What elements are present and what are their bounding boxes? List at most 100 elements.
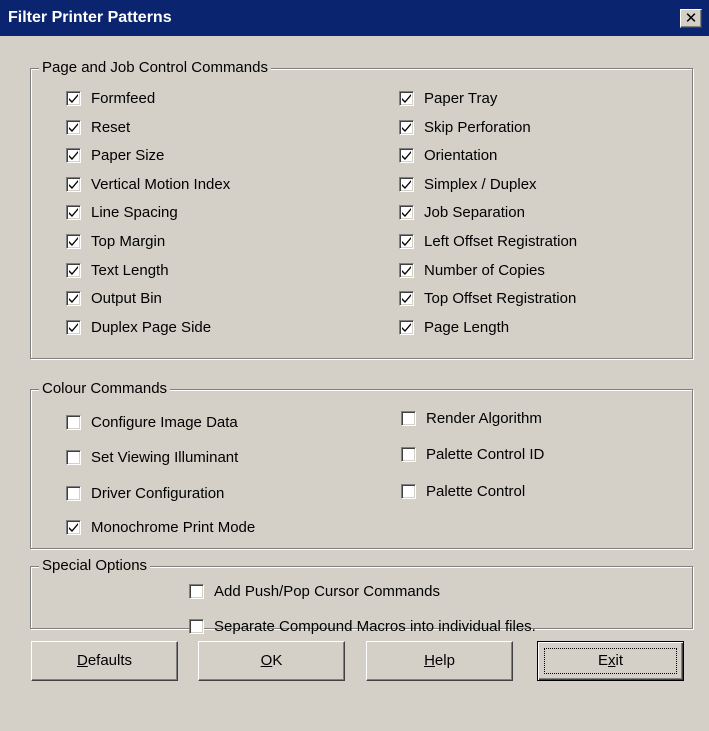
checkmark-icon (69, 151, 78, 161)
checkbox-separate-compound-macros-into-individual-files[interactable]: Separate Compound Macros into individual… (189, 618, 536, 635)
checkbox-label: Formfeed (91, 90, 156, 107)
checkbox-box[interactable] (401, 411, 416, 426)
special-options-label: Special Options (39, 557, 151, 575)
checkbox-box[interactable] (401, 484, 416, 499)
checkbox-job-separation[interactable]: Job Separation (399, 204, 525, 221)
checkbox-box[interactable] (399, 291, 414, 307)
help-mnemonic: H (424, 652, 435, 669)
checkbox-box[interactable] (66, 486, 81, 501)
checkmark-icon (402, 151, 411, 161)
checkbox-box[interactable] (189, 584, 204, 599)
checkbox-line-spacing[interactable]: Line Spacing (66, 204, 178, 221)
checkbox-box[interactable] (66, 205, 81, 221)
checkbox-box[interactable] (66, 119, 81, 135)
checkbox-monochrome-print-mode[interactable]: Monochrome Print Mode (66, 519, 255, 536)
checkbox-page-length[interactable]: Page Length (399, 319, 509, 336)
checkbox-palette-control-id[interactable]: Palette Control ID (401, 446, 544, 463)
checkbox-label: Render Algorithm (426, 410, 542, 427)
checkbox-skip-perforation[interactable]: Skip Perforation (399, 119, 531, 136)
checkmark-icon (69, 208, 78, 218)
checkbox-top-offset-registration[interactable]: Top Offset Registration (399, 290, 576, 307)
checkbox-box[interactable] (66, 415, 81, 430)
checkbox-label: Separate Compound Macros into individual… (214, 618, 536, 635)
exit-mnemonic: x (608, 652, 616, 669)
checkmark-icon (69, 523, 78, 532)
ok-button[interactable]: OK (198, 641, 345, 681)
checkmark-icon (69, 179, 78, 189)
checkbox-box[interactable] (399, 91, 414, 106)
checkbox-label: Paper Size (91, 147, 165, 165)
checkbox-driver-configuration[interactable]: Driver Configuration (66, 485, 224, 502)
checkbox-left-offset-registration[interactable]: Left Offset Registration (399, 233, 577, 250)
checkbox-formfeed[interactable]: Formfeed (66, 90, 155, 107)
ok-label: K (272, 652, 283, 669)
title-bar: Filter Printer Patterns ✕ (0, 0, 709, 36)
checkbox-box[interactable] (399, 176, 414, 192)
exit-button[interactable]: Exit (537, 641, 684, 681)
checkbox-box[interactable] (66, 176, 81, 192)
checkbox-label: Skip Perforation (424, 118, 531, 136)
checkbox-paper-tray[interactable]: Paper Tray (399, 90, 497, 107)
checkbox-render-algorithm[interactable]: Render Algorithm (401, 410, 542, 427)
checkbox-box[interactable] (66, 291, 81, 307)
checkbox-label: Line Spacing (91, 204, 178, 222)
checkbox-vertical-motion-index[interactable]: Vertical Motion Index (66, 176, 230, 193)
checkbox-box[interactable] (399, 234, 414, 249)
checkbox-set-viewing-illuminant[interactable]: Set Viewing Illuminant (66, 449, 238, 466)
colour-commands-label: Colour Commands (39, 380, 171, 398)
help-button[interactable]: Help (366, 641, 513, 681)
checkbox-duplex-page-side[interactable]: Duplex Page Side (66, 319, 211, 336)
checkbox-reset[interactable]: Reset (66, 119, 130, 136)
checkbox-label: Reset (91, 118, 131, 136)
checkbox-label: Top Margin (91, 233, 166, 250)
checkbox-label: Page Length (424, 318, 510, 336)
checkbox-label: Orientation (424, 147, 498, 165)
checkbox-box[interactable] (66, 319, 81, 335)
checkbox-paper-size[interactable]: Paper Size (66, 147, 164, 164)
close-button[interactable]: ✕ (680, 9, 702, 28)
checkbox-box[interactable] (399, 205, 414, 221)
checkmark-icon (69, 237, 78, 246)
checkbox-label: Configure Image Data (91, 414, 238, 431)
checkbox-orientation[interactable]: Orientation (399, 147, 497, 164)
defaults-label: efaults (87, 652, 133, 669)
checkmark-icon (69, 322, 78, 332)
checkbox-label: Left Offset Registration (424, 233, 578, 250)
checkbox-label: Duplex Page Side (91, 318, 212, 336)
checkmark-icon (69, 122, 78, 132)
checkbox-box[interactable] (66, 520, 81, 535)
checkmark-icon (402, 122, 411, 132)
checkbox-label: Add Push/Pop Cursor Commands (214, 583, 440, 600)
checkmark-icon (402, 208, 411, 218)
checkbox-number-of-copies[interactable]: Number of Copies (399, 262, 545, 279)
checkbox-box[interactable] (399, 319, 414, 335)
checkbox-box[interactable] (66, 450, 81, 465)
checkbox-label: Monochrome Print Mode (91, 519, 256, 536)
checkbox-configure-image-data[interactable]: Configure Image Data (66, 414, 238, 431)
checkbox-label: Paper Tray (424, 90, 498, 107)
checkbox-text-length[interactable]: Text Length (66, 262, 169, 279)
checkbox-box[interactable] (189, 619, 204, 634)
checkbox-label: Set Viewing Illuminant (91, 449, 239, 466)
checkbox-box[interactable] (66, 262, 81, 278)
checkbox-label: Driver Configuration (91, 485, 225, 502)
checkbox-output-bin[interactable]: Output Bin (66, 290, 162, 307)
checkbox-box[interactable] (399, 262, 414, 278)
checkmark-icon (69, 265, 78, 275)
close-icon: ✕ (684, 10, 698, 27)
checkbox-box[interactable] (401, 447, 416, 462)
checkbox-top-margin[interactable]: Top Margin (66, 233, 165, 250)
checkbox-palette-control[interactable]: Palette Control (401, 483, 525, 500)
checkbox-box[interactable] (66, 148, 81, 164)
checkbox-label: Text Length (91, 261, 169, 279)
checkbox-box[interactable] (66, 234, 81, 249)
checkmark-icon (69, 294, 78, 304)
checkbox-simplex-duplex[interactable]: Simplex / Duplex (399, 176, 537, 193)
checkmark-icon (402, 294, 411, 304)
checkbox-box[interactable] (66, 91, 81, 106)
checkbox-add-push-pop-cursor-commands[interactable]: Add Push/Pop Cursor Commands (189, 583, 440, 600)
help-label: elp (434, 652, 455, 669)
defaults-button[interactable]: Defaults (31, 641, 178, 681)
checkbox-box[interactable] (399, 119, 414, 135)
checkbox-box[interactable] (399, 148, 414, 164)
